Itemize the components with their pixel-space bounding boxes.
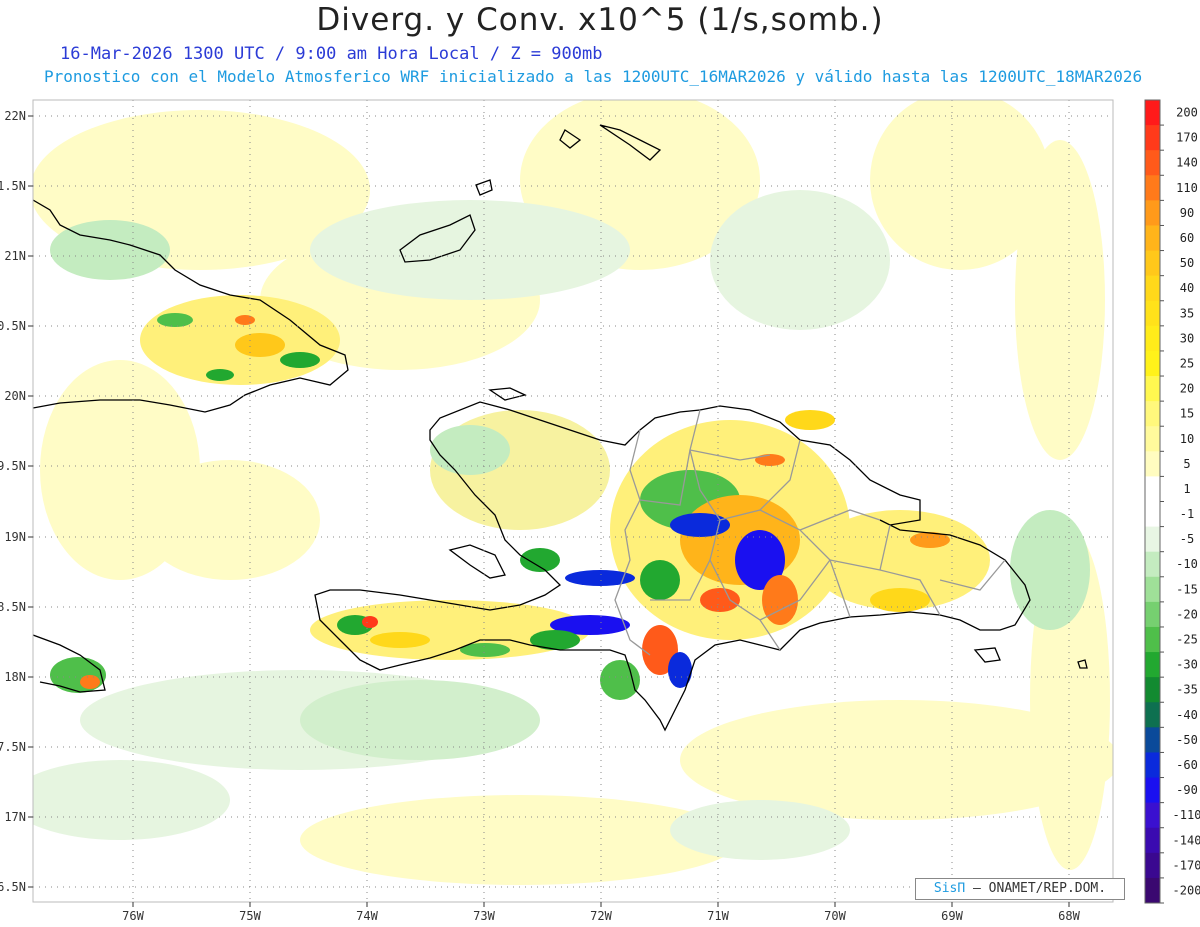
colorbar-swatch (1145, 576, 1160, 603)
colorbar-label: -5 (1180, 532, 1194, 546)
colorbar-swatch (1145, 325, 1160, 352)
lon-label: 74W (356, 909, 378, 923)
colorbar-label: -140 (1173, 833, 1200, 847)
colorbar-swatch (1145, 852, 1160, 879)
colorbar-label: 25 (1180, 356, 1194, 370)
colorbar-label: 140 (1176, 156, 1198, 170)
colorbar-swatch (1145, 175, 1160, 201)
colorbar-label: -60 (1176, 758, 1198, 772)
lon-label: 71W (707, 909, 729, 923)
colorbar-swatch (1145, 476, 1160, 502)
lat-label: 19N (4, 530, 26, 544)
lat-label: 22N (4, 109, 26, 123)
colorbar-label: -170 (1173, 858, 1200, 872)
colorbar-swatch (1145, 501, 1160, 528)
colorbar-swatch (1145, 150, 1160, 176)
lat-label: 17N (4, 810, 26, 824)
colorbar-label: 40 (1180, 281, 1194, 295)
colorbar-label: -30 (1176, 658, 1198, 672)
colorbar-label: 50 (1180, 256, 1194, 270)
lat-labels: 22N 1.5N 21N 0.5N 20N 9.5N 19N 8.5N 18N … (0, 109, 26, 894)
credit-text: – ONAMET/REP.DOM. (973, 881, 1107, 896)
lon-label: 75W (239, 909, 261, 923)
divergence-map: 22N 1.5N 21N 0.5N 20N 9.5N 19N 8.5N 18N … (0, 99, 1200, 923)
lon-label: 70W (824, 909, 846, 923)
colorbar-swatch (1145, 526, 1160, 553)
colorbar-swatch (1145, 802, 1160, 829)
colorbar-swatch (1145, 626, 1160, 653)
colorbar-label: -110 (1173, 808, 1200, 822)
lat-label: 20N (4, 389, 26, 403)
colorbar-swatch (1145, 350, 1160, 377)
colorbar-label: -20 (1176, 607, 1198, 621)
colorbar-swatch (1145, 225, 1160, 252)
colorbar-label: -1 (1180, 507, 1194, 521)
colorbar-swatch (1145, 727, 1160, 753)
colorbar-swatch (1145, 376, 1160, 402)
lon-label: 73W (473, 909, 495, 923)
colorbar-swatch (1145, 777, 1160, 804)
colorbar-swatch (1145, 677, 1160, 703)
colorbar-label: 30 (1180, 331, 1194, 345)
colorbar-swatch (1145, 100, 1160, 126)
colorbar-label: -35 (1176, 683, 1198, 697)
colorbar-swatch (1145, 827, 1160, 854)
colorbar-swatch (1145, 200, 1160, 226)
lon-label: 69W (941, 909, 963, 923)
lat-label: 21N (4, 249, 26, 263)
colorbar-label: 15 (1180, 407, 1194, 421)
lon-label: 68W (1058, 909, 1080, 923)
colorbar-swatch (1145, 752, 1160, 779)
colorbar-label: 90 (1180, 206, 1194, 220)
colorbar-swatch (1145, 250, 1160, 277)
colorbar-label: -200 (1173, 883, 1200, 897)
colorbar-swatch (1145, 401, 1160, 427)
colorbar-label: -50 (1176, 733, 1198, 747)
field-layer (33, 100, 1113, 902)
lat-label: 6.5N (0, 880, 26, 894)
colorbar-label: 60 (1180, 231, 1194, 245)
colorbar-label: 5 (1183, 457, 1190, 471)
lat-label: 18N (4, 670, 26, 684)
lon-label: 72W (590, 909, 612, 923)
colorbar-label: 1 (1183, 482, 1190, 496)
colorbar-swatch (1145, 125, 1160, 151)
colorbar-swatch (1145, 300, 1160, 327)
colorbar-swatch (1145, 601, 1160, 628)
colorbar-swatch (1145, 877, 1160, 904)
lat-label: 7.5N (0, 740, 26, 754)
colorbar-label: 200 (1176, 106, 1198, 120)
colorbar-swatch (1145, 652, 1160, 678)
lat-label: 9.5N (0, 459, 26, 473)
colorbar-swatch (1145, 426, 1160, 452)
colorbar-label: 20 (1180, 382, 1194, 396)
colorbar-label: 35 (1180, 306, 1194, 320)
sisp-logo: SisΠ (933, 881, 966, 896)
lat-label: 0.5N (0, 319, 26, 333)
colorbar-label: 170 (1176, 131, 1198, 145)
colorbar-label: 110 (1176, 181, 1198, 195)
colorbar-label: -10 (1176, 557, 1198, 571)
colorbar-swatch (1145, 702, 1160, 728)
colorbar-swatch (1145, 275, 1160, 302)
credit-box: SisΠ – ONAMET/REP.DOM. (915, 878, 1125, 900)
colorbar: 200 170 140 110 90 60 50 40 35 30 25 20 15 10 5 1 -1 -5 -1… (1144, 99, 1200, 904)
lat-label: 1.5N (0, 179, 26, 193)
colorbar-label: 10 (1180, 432, 1194, 446)
lat-label: 8.5N (0, 600, 26, 614)
colorbar-label: -40 (1176, 708, 1198, 722)
colorbar-swatch (1145, 451, 1160, 477)
colorbar-swatch (1145, 551, 1160, 578)
lon-label: 76W (122, 909, 144, 923)
colorbar-label: -90 (1176, 783, 1198, 797)
lon-labels: 76W 75W 74W 73W 72W 71W 70W 69W 68W (122, 909, 1080, 923)
colorbar-label: -15 (1176, 582, 1198, 596)
colorbar-label: -25 (1176, 633, 1198, 647)
